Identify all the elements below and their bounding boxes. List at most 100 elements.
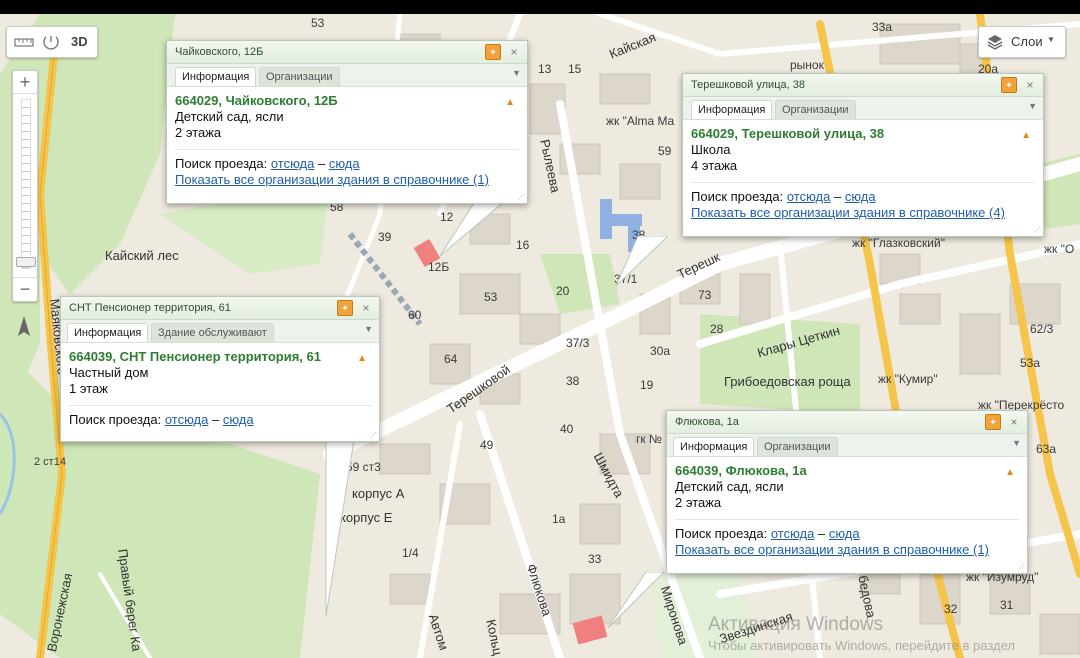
poi-label: гк № <box>636 432 662 446</box>
poi-label: жк "Глазковский" <box>852 236 945 250</box>
building-floors: 4 этажа <box>691 158 738 173</box>
map-label: 1/4 <box>402 546 419 560</box>
route-from-link[interactable]: отсюда <box>771 526 815 541</box>
map-label: 53 <box>311 16 325 30</box>
route-from-link[interactable]: отсюда <box>165 412 209 427</box>
tab-organizations[interactable]: Организации <box>775 100 856 119</box>
pin-icon[interactable]: ✦ <box>485 44 501 60</box>
route-to-link[interactable]: сюда <box>223 412 254 427</box>
resize-handle[interactable]: ⋰ <box>1034 226 1041 234</box>
pin-icon[interactable]: ✦ <box>1001 77 1017 93</box>
tab-organizations[interactable]: Организации <box>757 437 838 456</box>
map-label: 28 <box>710 322 724 336</box>
route-search: Поиск проезда: отсюда – сюда <box>175 149 519 172</box>
resize-handle[interactable]: ⋰ <box>370 431 377 439</box>
tab-info[interactable]: Информация <box>67 323 149 342</box>
route-separator: – <box>833 189 842 204</box>
route-to-link[interactable]: сюда <box>329 156 360 171</box>
address-title: 664039, СНТ Пенсионер территория, 61 <box>69 349 321 364</box>
map-label: 2 ст14 <box>34 456 66 468</box>
balloon-chaykovskogo: Чайковского, 12Б ✦ × Информация Организа… <box>166 40 528 204</box>
map-label: 15 <box>568 62 582 76</box>
address-title: 664039, Флюкова, 1а <box>675 463 807 478</box>
tab-building-services[interactable]: Здание обслуживают <box>151 323 274 342</box>
warning-icon: ▲ <box>505 97 515 108</box>
close-icon[interactable]: × <box>359 297 373 319</box>
map-label: 63а <box>1036 442 1057 456</box>
compass-icon[interactable] <box>12 314 36 344</box>
chevron-down-icon[interactable]: ▼ <box>1028 101 1037 111</box>
route-label: Поиск проезда: <box>675 526 768 541</box>
map-label: 31 <box>1000 598 1014 612</box>
tab-info[interactable]: Информация <box>691 100 773 119</box>
close-icon[interactable]: × <box>1007 411 1021 433</box>
pin-icon[interactable]: ✦ <box>985 414 1001 430</box>
map-label: 39 <box>378 230 392 244</box>
layers-label: Слои <box>1011 34 1043 49</box>
zoom-in-button[interactable]: + <box>13 71 37 94</box>
tab-organizations[interactable]: Организации <box>259 67 340 86</box>
poi-label: жк "Alma Ma <box>606 114 675 128</box>
map-label: 37/3 <box>566 336 590 350</box>
mode-3d-button[interactable]: 3D <box>71 34 88 49</box>
map-label: 13 <box>538 62 552 76</box>
close-icon[interactable]: × <box>507 41 521 63</box>
show-organizations-link[interactable]: Показать все организации здания в справо… <box>691 205 1035 221</box>
map-label: 19 <box>640 378 654 392</box>
chevron-down-icon[interactable]: ▼ <box>1012 438 1021 448</box>
poi-label: рынок <box>790 58 824 72</box>
route-from-link[interactable]: отсюда <box>787 189 831 204</box>
route-label: Поиск проезда: <box>69 412 162 427</box>
close-icon[interactable]: × <box>1023 74 1037 96</box>
warning-icon: ▲ <box>1005 467 1015 478</box>
map-canvas[interactable]: 53 Кайская 33а рынок 20а 13 15 жк "Alma … <box>0 14 1080 658</box>
chevron-down-icon: ▼ <box>1047 35 1055 44</box>
balloon-header: СНТ Пенсионер территория, 61 <box>69 302 231 314</box>
warning-icon: ▲ <box>1021 130 1031 141</box>
chevron-down-icon[interactable]: ▼ <box>364 324 373 334</box>
building-type: Школа <box>691 142 731 157</box>
resize-handle[interactable]: ⋰ <box>518 193 525 201</box>
route-separator: – <box>211 412 220 427</box>
balloon-tereshkovoy: Терешковой улица, 38 ✦ × Информация Орга… <box>682 73 1044 237</box>
show-organizations-link[interactable]: Показать все организации здания в справо… <box>175 172 519 188</box>
zoom-out-button[interactable]: − <box>13 277 37 300</box>
chevron-down-icon[interactable]: ▼ <box>512 68 521 78</box>
zoom-slider[interactable] <box>21 99 31 269</box>
building-floors: 2 этажа <box>175 125 222 140</box>
balloon-header: Флюкова, 1а <box>675 416 739 428</box>
poi-label: жк "О <box>1044 242 1075 256</box>
tab-info[interactable]: Информация <box>673 437 755 456</box>
balloon-header: Чайковского, 12Б <box>175 46 264 58</box>
layers-button[interactable]: Слои ▼ <box>978 26 1066 58</box>
route-separator: – <box>317 156 326 171</box>
balloon-snt-pensioner: СНТ Пенсионер территория, 61 ✦ × Информа… <box>60 296 380 442</box>
route-to-link[interactable]: сюда <box>829 526 860 541</box>
route-from-link[interactable]: отсюда <box>271 156 315 171</box>
zoom-slider-handle[interactable] <box>16 257 36 267</box>
map-label: 20 <box>556 284 570 298</box>
pin-icon[interactable]: ✦ <box>337 300 353 316</box>
address-title: 664029, Терешковой улица, 38 <box>691 126 885 141</box>
route-search: Поиск проезда: отсюда – сюда <box>691 182 1035 205</box>
building-type: Детский сад, ясли <box>175 109 284 124</box>
zoom-control: + − <box>12 70 38 302</box>
balloon-tail <box>607 572 665 629</box>
activation-watermark-title: Активация Windows <box>708 614 884 635</box>
measure-icon[interactable] <box>41 33 61 51</box>
route-search: Поиск проезда: отсюда – сюда <box>69 405 371 428</box>
building-floors: 1 этаж <box>69 381 108 396</box>
show-organizations-link[interactable]: Показать все организации здания в справо… <box>675 542 1019 558</box>
ruler-icon[interactable] <box>13 33 35 51</box>
map-label: 53 <box>484 290 498 304</box>
map-tools-bar: 3D <box>6 26 98 58</box>
layers-icon <box>987 34 1003 55</box>
tab-info[interactable]: Информация <box>175 67 257 86</box>
balloon-header: Терешковой улица, 38 <box>691 79 805 91</box>
route-label: Поиск проезда: <box>175 156 268 171</box>
resize-handle[interactable]: ⋰ <box>1018 563 1025 571</box>
route-to-link[interactable]: сюда <box>845 189 876 204</box>
map-label: 1а <box>552 512 566 526</box>
area-label: Грибоедовская роща <box>724 374 851 389</box>
map-label: 73 <box>698 288 712 302</box>
